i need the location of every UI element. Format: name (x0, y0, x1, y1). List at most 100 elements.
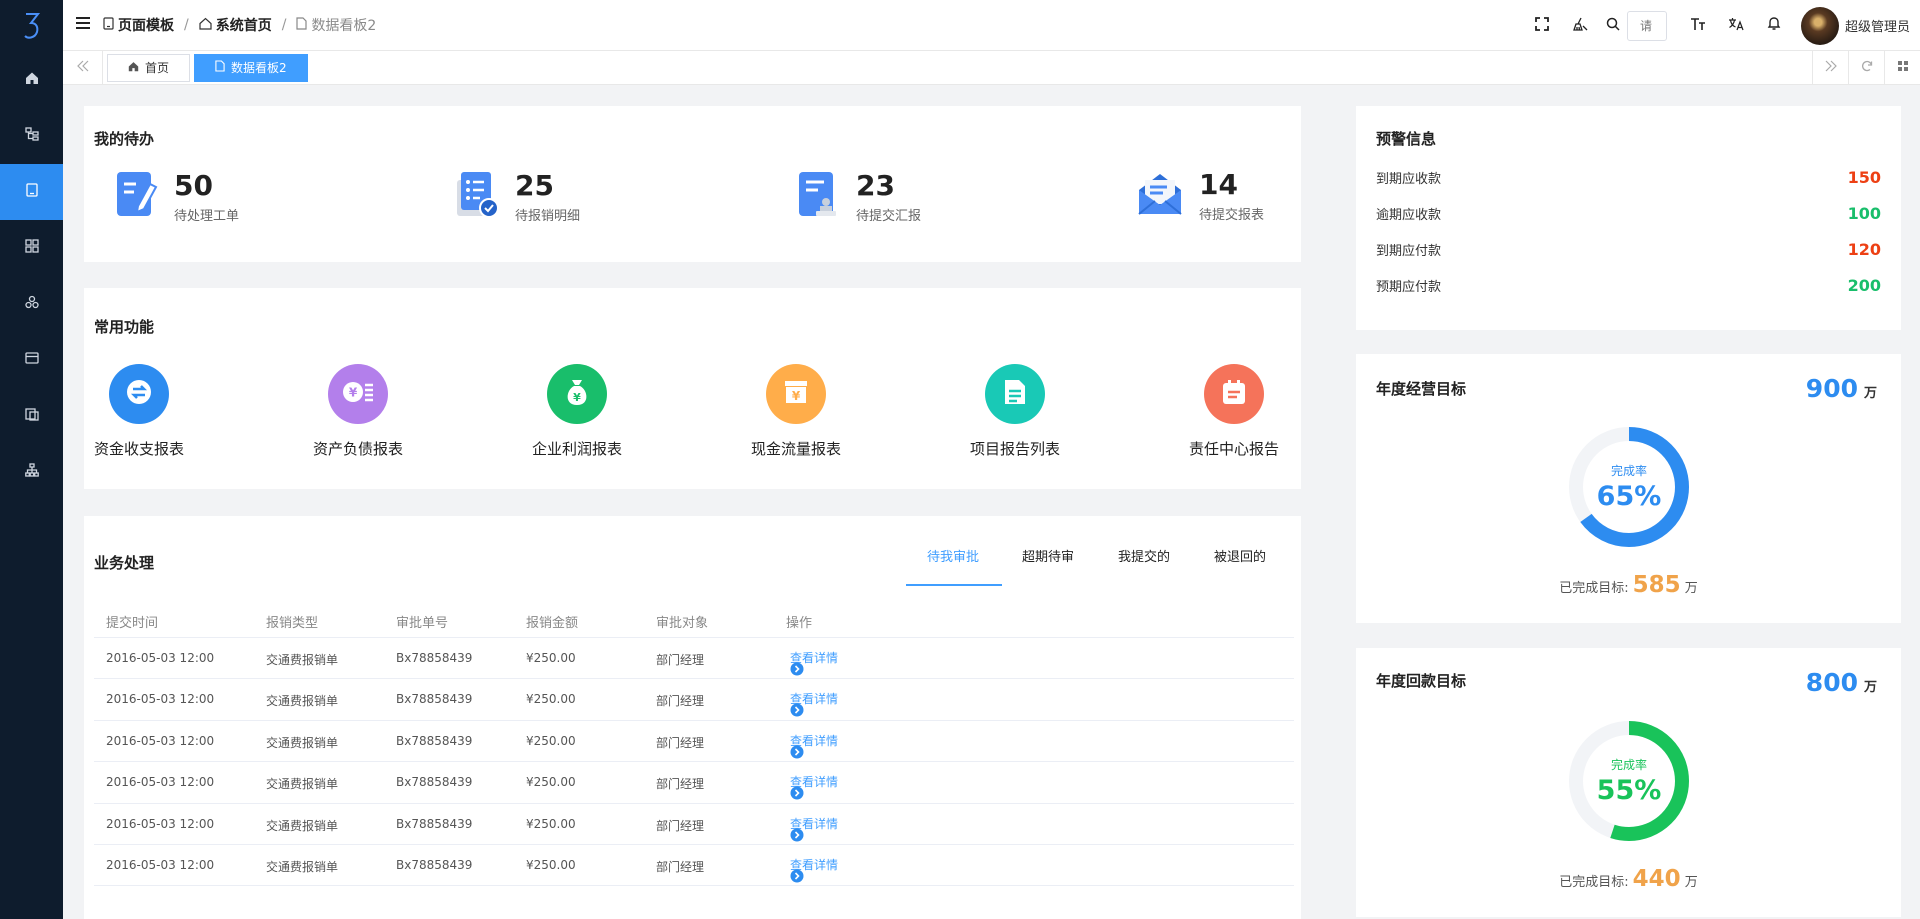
breadcrumb: 页面模板 / 系统首页 / 数据看板2 (103, 15, 376, 35)
business-card: 业务处理 待我审批 超期待审 我提交的 被退回的 提交时间 报销类型 审批单号 … (84, 516, 1301, 919)
sidebar-item-cards[interactable] (0, 332, 63, 388)
calendar-icon (1220, 378, 1248, 410)
refresh-tab-button[interactable] (1848, 51, 1884, 85)
table-cell-target: 部门经理 (656, 735, 705, 750)
avatar[interactable] (1800, 6, 1839, 45)
table-row: 2016-05-03 12:00 交通费报销单 Bx78858439 ¥250.00 部… (94, 637, 1294, 678)
functions-title: 常用功能 (94, 318, 155, 336)
warning-value: 100 (1847, 204, 1881, 223)
sidebar-item-organization[interactable] (0, 444, 63, 500)
sidebar-item-apps[interactable] (0, 220, 63, 276)
column-header: 操作 (786, 616, 813, 631)
warning-label: 逾期应收款 (1376, 208, 1442, 223)
fullscreen-button[interactable] (1523, 0, 1561, 51)
tab-returned[interactable]: 被退回的 (1214, 546, 1266, 565)
breadcrumb-separator: / (281, 17, 287, 33)
todo-card: 我的待办 50 待处理工单 25 待报销明细 23 待提交汇报 14 待提交报表 (84, 106, 1301, 262)
table-cell-amount: ¥250.00 (526, 733, 576, 748)
todo-item-submissions[interactable]: 14 待提交报表 (1137, 170, 1264, 223)
view-detail-link[interactable]: 查看详情 (790, 856, 838, 883)
font-size-button[interactable] (1679, 0, 1717, 51)
function-item-cash-flow[interactable]: ¥ 现金流量报表 (741, 364, 851, 459)
function-item-balance-sheet[interactable]: ¥ 资产负债报表 (303, 364, 413, 459)
function-item-profit[interactable]: ¥ 企业利润报表 (522, 364, 632, 459)
home-icon (128, 61, 139, 75)
business-title: 业务处理 (94, 554, 155, 572)
tab-home[interactable]: 首页 (107, 53, 191, 82)
function-item-responsibility-center[interactable]: 责任中心报告 (1179, 364, 1289, 459)
sidebar-item-documents[interactable] (0, 388, 63, 444)
table-row: 2016-05-03 12:00 交通费报销单 Bx78858439 ¥250.00 部… (94, 802, 1294, 844)
function-item-cashflow-income[interactable]: 资金收支报表 (84, 364, 194, 459)
breadcrumb-item-templates[interactable]: 页面模板 (103, 15, 174, 35)
todo-item-reports[interactable]: 23 待提交汇报 (796, 170, 921, 224)
table-cell-no: Bx78858439 (396, 692, 473, 707)
chevron-circle-right-icon (790, 745, 804, 762)
tab-overdue[interactable]: 超期待审 (1022, 546, 1074, 565)
payback-goal-ring: 完成率 55% (1566, 718, 1692, 844)
card-icon (24, 352, 39, 368)
table-cell-type: 交通费报销单 (266, 653, 339, 667)
sidebar-item-structure[interactable] (0, 108, 63, 164)
tablet-icon (25, 183, 38, 201)
view-detail-link[interactable]: 查看详情 (790, 732, 838, 759)
clear-cache-button[interactable] (1561, 0, 1599, 51)
view-detail-link[interactable]: 查看详情 (790, 649, 838, 676)
table-cell-type: 交通费报销单 (266, 860, 339, 874)
tab-submitted[interactable]: 我提交的 (1118, 546, 1170, 565)
table-cell-no: Bx78858439 (396, 816, 473, 831)
function-icon-circle: ¥ (547, 364, 607, 424)
tab-menu-button[interactable] (1884, 51, 1920, 85)
table-cell-time: 2016-05-03 12:00 (106, 733, 215, 748)
tab-dashboard[interactable]: 数据看板2 (194, 53, 308, 82)
todo-item-work-orders[interactable]: 50 待处理工单 (114, 170, 239, 224)
chevron-circle-right-icon (790, 869, 804, 886)
payback-goal-target: 800 (1805, 668, 1858, 697)
fullscreen-icon (1535, 16, 1549, 35)
sidebar-item-dashboard[interactable] (0, 164, 63, 220)
warning-item: 到期应付款 120 (1376, 240, 1881, 259)
annual-goal-done: 已完成目标: 585 万 (1559, 572, 1698, 598)
view-detail-link[interactable]: 查看详情 (790, 773, 838, 800)
todo-item-expenses[interactable]: 25 待报销明细 (455, 170, 580, 224)
search-button[interactable] (1599, 0, 1627, 51)
warning-item: 逾期应收款 100 (1376, 204, 1881, 223)
username[interactable]: 超级管理员 (1845, 16, 1910, 35)
svg-text:¥: ¥ (349, 386, 358, 400)
font-size-icon (1690, 17, 1706, 35)
tab-scroll-left-button[interactable] (63, 50, 103, 85)
sidebar-item-components[interactable] (0, 276, 63, 332)
table-cell-time: 2016-05-03 12:00 (106, 858, 215, 872)
svg-text:¥: ¥ (573, 391, 581, 404)
active-tab-indicator (906, 584, 1002, 586)
refresh-icon (1861, 60, 1873, 76)
warning-item: 预期应付款 200 (1376, 276, 1881, 295)
view-detail-link[interactable]: 查看详情 (790, 815, 838, 842)
sidebar (0, 0, 63, 919)
search-input[interactable] (1626, 10, 1667, 41)
home-outline-icon (199, 17, 212, 34)
tab-pending-approval[interactable]: 待我审批 (927, 546, 979, 565)
table-cell-amount: ¥250.00 (526, 858, 576, 872)
org-chart-icon (24, 463, 39, 481)
tab-scroll-right-button[interactable] (1812, 51, 1848, 85)
breadcrumb-item-home[interactable]: 系统首页 (199, 15, 272, 35)
warning-title: 预警信息 (1376, 130, 1437, 148)
annual-goal-ring: 完成率 65% (1566, 424, 1692, 550)
todo-label: 待报销明细 (515, 208, 581, 224)
logo[interactable] (0, 0, 63, 52)
top-bar: 页面模板 / 系统首页 / 数据看板2 请 超级管理员 (63, 0, 1920, 51)
tablet-icon (103, 16, 114, 34)
structure-icon (24, 127, 39, 145)
table-cell-no: Bx78858439 (396, 775, 473, 790)
sidebar-item-home[interactable] (0, 52, 63, 108)
language-button[interactable] (1717, 0, 1755, 51)
menu-toggle-button[interactable] (63, 17, 103, 33)
notification-button[interactable] (1755, 0, 1793, 51)
todo-count: 25 (515, 168, 554, 202)
view-detail-link[interactable]: 查看详情 (790, 690, 838, 717)
table-row: 2016-05-03 12:00 交通费报销单 Bx78858439 ¥250.00 部… (94, 844, 1294, 885)
function-item-project-reports[interactable]: 项目报告列表 (960, 364, 1070, 459)
svg-text:¥: ¥ (792, 389, 801, 403)
column-header: 报销类型 (266, 616, 319, 631)
